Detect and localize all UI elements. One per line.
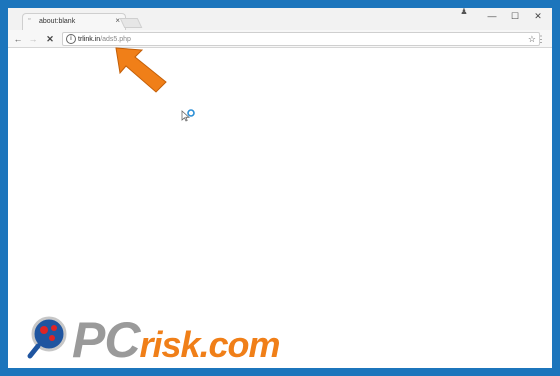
loading-cursor-icon	[181, 109, 195, 122]
tab-title: about:blank	[39, 18, 76, 25]
wordmark-risk: risk.com	[139, 324, 280, 365]
new-tab-button[interactable]	[119, 18, 143, 28]
arrow-pointer-icon	[115, 47, 167, 93]
pcrisk-logo-icon	[27, 316, 67, 359]
pcrisk-wordmark: PCrisk.com	[72, 312, 281, 368]
tab-about-blank[interactable]: ▫ about:blank ×	[22, 13, 126, 30]
stop-loading-button[interactable]: ✕	[44, 33, 56, 45]
browser-toolbar: ← → ✕ i trlink.in/ads5.php ☆ ⋮	[8, 30, 552, 48]
title-bar: ▫ about:blank × ♟ — ☐ ✕	[8, 8, 552, 30]
minimize-button[interactable]: —	[480, 9, 504, 23]
pcrisk-watermark: PCrisk.com	[18, 308, 348, 368]
page-favicon-icon: ▫	[28, 16, 31, 23]
bookmark-star-icon[interactable]: ☆	[528, 33, 536, 45]
maximize-button[interactable]: ☐	[503, 9, 527, 23]
site-info-icon[interactable]: i	[66, 34, 76, 44]
back-button[interactable]: ←	[12, 33, 24, 45]
close-window-button[interactable]: ✕	[526, 9, 550, 23]
browser-window: ▫ about:blank × ♟ — ☐ ✕ ← → ✕ i trlink.i…	[8, 8, 552, 368]
forward-button[interactable]: →	[27, 33, 39, 45]
url-host: trlink.in	[78, 36, 101, 43]
user-profile-icon[interactable]: ♟	[459, 8, 469, 17]
browser-menu-icon[interactable]: ⋮	[536, 33, 546, 45]
wordmark-pc: PC	[72, 312, 140, 368]
